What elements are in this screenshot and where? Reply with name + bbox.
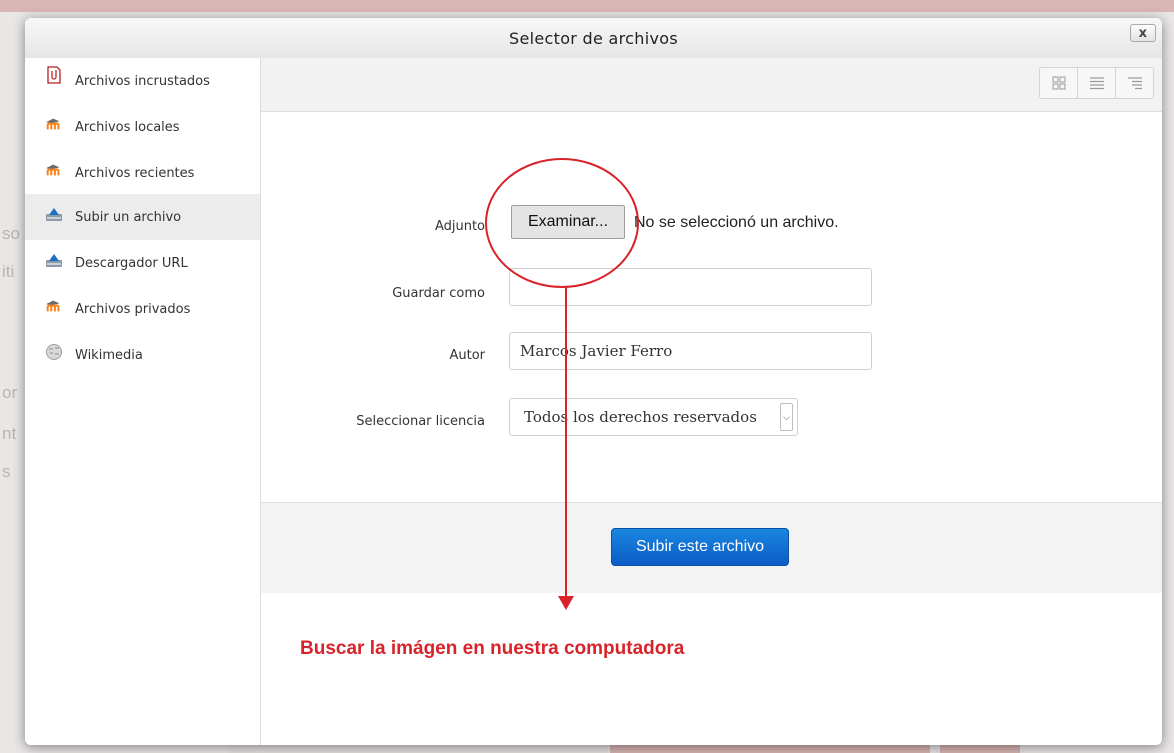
background-text-fragment: or	[2, 383, 18, 402]
background-text-fragment: so	[2, 224, 20, 243]
file-picker-dialog: Selector de archivos x Archivos incrusta…	[25, 18, 1162, 745]
annotation-overlay	[485, 158, 639, 610]
background-top-bar	[0, 0, 1174, 12]
annotation-arrow-head	[558, 596, 574, 610]
annotation-circle	[485, 158, 639, 288]
background-text-fragment: iti	[2, 262, 15, 281]
background-text-fragment: nt	[2, 424, 17, 443]
background-text-fragment: s	[2, 462, 11, 481]
